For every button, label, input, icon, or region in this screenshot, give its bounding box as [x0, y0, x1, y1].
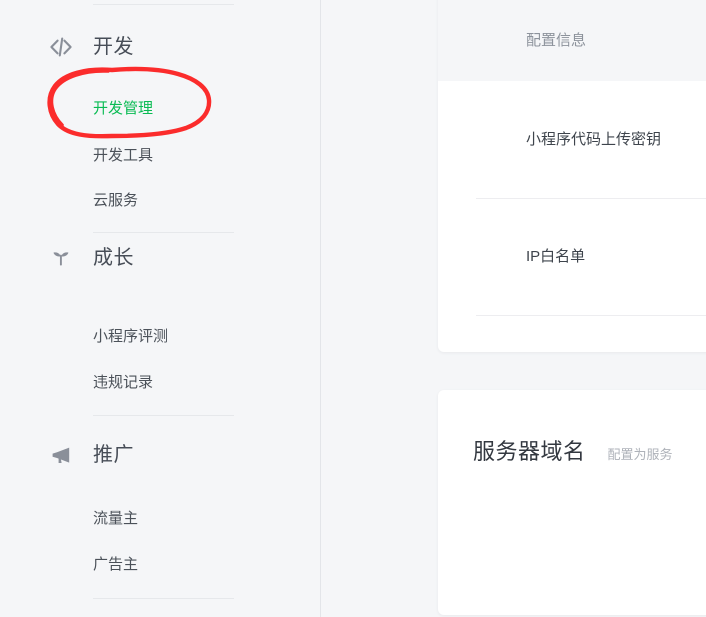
sidebar-item-dev-tools[interactable]: 开发工具	[93, 145, 153, 167]
content-area: 配置信息 小程序代码上传密钥 IP白名单 服务器域名 配置为服务	[321, 0, 706, 617]
app-root: 开发 开发管理 开发工具 云服务 成长 小程序评测 违规记录 推广 流量主 广告…	[0, 0, 706, 617]
config-list: 配置信息 小程序代码上传密钥 IP白名单	[438, 0, 706, 352]
config-list-item-ip-whitelist[interactable]: IP白名单	[438, 199, 706, 315]
config-list-item-label: 小程序代码上传密钥	[526, 130, 662, 148]
sidebar-divider	[93, 232, 234, 233]
sidebar-group-title: 成长	[93, 247, 134, 269]
code-icon	[48, 34, 74, 60]
sidebar-group-title: 推广	[93, 444, 134, 466]
sidebar-divider	[93, 4, 234, 5]
config-card: 配置信息 小程序代码上传密钥 IP白名单	[438, 0, 706, 352]
megaphone-icon	[48, 442, 74, 468]
config-list-item-upload-key[interactable]: 小程序代码上传密钥	[438, 81, 706, 198]
server-domain-title: 服务器域名	[473, 439, 586, 464]
sidebar-group-dev: 开发	[48, 32, 134, 62]
config-list-divider	[476, 315, 706, 316]
sidebar-group-promotion: 推广	[48, 440, 134, 470]
sidebar-group-growth: 成长	[48, 243, 134, 273]
server-domain-card: 服务器域名 配置为服务	[438, 390, 706, 615]
sidebar-item-cloud-service[interactable]: 云服务	[93, 190, 138, 212]
sidebar-group-title: 开发	[93, 36, 134, 58]
sidebar: 开发 开发管理 开发工具 云服务 成长 小程序评测 违规记录 推广 流量主 广告…	[0, 0, 321, 617]
sidebar-divider	[93, 598, 234, 599]
config-list-item-label: 配置信息	[526, 31, 587, 49]
sidebar-icon-rail	[0, 0, 60, 617]
sidebar-item-traffic-owner[interactable]: 流量主	[93, 508, 138, 530]
sidebar-item-advertiser[interactable]: 广告主	[93, 554, 138, 576]
server-domain-header: 服务器域名 配置为服务	[438, 437, 673, 470]
sprout-icon	[48, 245, 74, 271]
sidebar-item-miniprogram-review[interactable]: 小程序评测	[93, 326, 168, 348]
sidebar-item-violation-records[interactable]: 违规记录	[93, 372, 153, 394]
config-list-item-label: IP白名单	[526, 248, 586, 265]
server-domain-description: 配置为服务	[607, 447, 673, 462]
sidebar-divider	[93, 415, 234, 416]
config-list-item-configuration-info[interactable]: 配置信息	[438, 0, 706, 81]
sidebar-item-dev-management[interactable]: 开发管理	[93, 98, 153, 120]
